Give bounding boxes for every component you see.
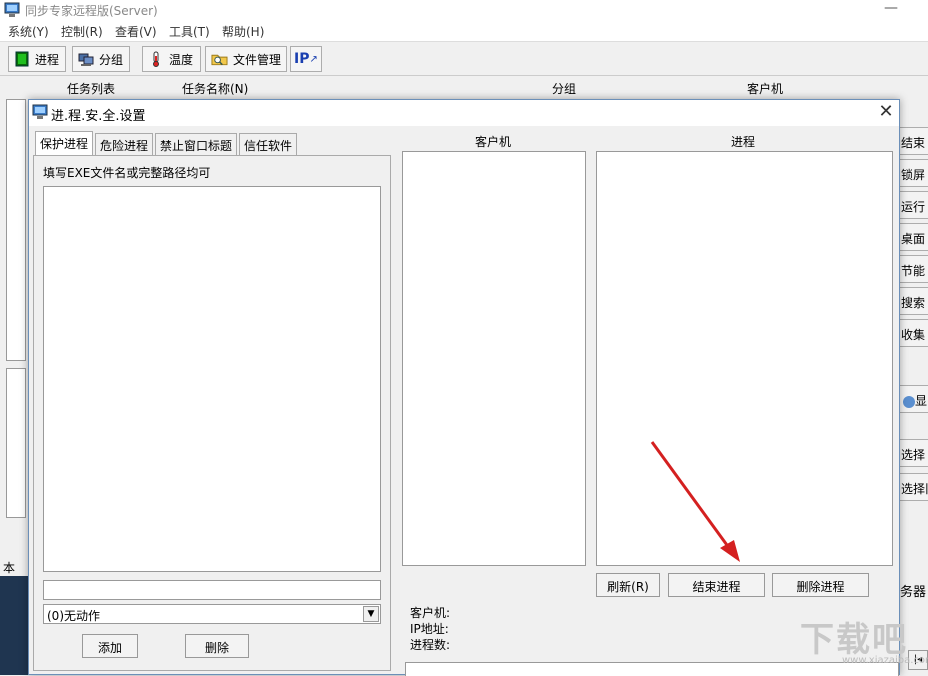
process-security-dialog: 进.程.安.全.设置 ✕ 保护进程 危险进程 禁止窗口标题 信任软件 填写EXE… — [28, 99, 900, 676]
detail-box — [405, 662, 899, 676]
menu-help[interactable]: 帮助(H) — [222, 23, 264, 40]
tab-protect-process[interactable]: 保护进程 — [35, 131, 94, 155]
col-group[interactable]: 分组 — [552, 80, 576, 97]
folder-search-icon — [211, 54, 228, 66]
file-manager-toolbar-label: 文件管理 — [232, 52, 281, 67]
cmd-lockscreen-button[interactable]: 锁屏 — [898, 159, 928, 187]
ip-toolbar-button[interactable]: IP ↗ — [290, 46, 322, 72]
server-label: 务器 — [900, 585, 927, 600]
tab-trusted-software[interactable]: 信任软件 — [239, 133, 298, 155]
protected-exe-list[interactable] — [43, 186, 381, 572]
menu-view[interactable]: 查看(V) — [115, 23, 157, 40]
file-manager-toolbar-button[interactable]: 文件管理 — [205, 46, 287, 72]
cmd-select-old-button[interactable]: 选择旧 — [898, 473, 928, 501]
ip-arrow-icon: ↗ — [309, 53, 318, 65]
tab-forbidden-window-title[interactable]: 禁止窗口标题 — [155, 133, 238, 155]
temperature-toolbar-label: 温度 — [169, 52, 194, 67]
refresh-button[interactable]: 刷新(R) — [596, 573, 660, 597]
cmd-display-button[interactable]: 显 — [898, 385, 928, 413]
add-button[interactable]: 添加 — [82, 634, 138, 658]
cmd-end-button[interactable]: 结束 — [898, 127, 928, 155]
info-ip-label: IP地址: — [410, 622, 449, 636]
desktop-background — [0, 576, 28, 675]
watermark-logo: 下载吧 — [800, 620, 908, 660]
task-list-header: 任务列表 任务名称(N) 分组 客户机 — [0, 77, 928, 99]
process-toolbar-label: 进程 — [35, 52, 60, 67]
process-toolbar-button[interactable]: 进程 — [8, 46, 66, 72]
cmd-desktop-button[interactable]: 桌面 — [898, 223, 928, 251]
action-select[interactable]: (0)无动作 ▼ — [43, 604, 381, 624]
cmd-search-button[interactable]: 搜索 — [898, 287, 928, 315]
delete-button[interactable]: 删除 — [185, 634, 249, 658]
protect-process-panel: 填写EXE文件名或完整路径均可 (0)无动作 ▼ 添加 删除 — [33, 155, 391, 671]
col-task-list[interactable]: 任务列表 — [67, 80, 115, 97]
log-pane — [6, 368, 26, 518]
temperature-toolbar-button[interactable]: 温度 — [142, 46, 201, 72]
action-select-value: (0)无动作 — [47, 609, 100, 623]
thermometer-icon — [153, 51, 159, 67]
end-process-button[interactable]: 结束进程 — [668, 573, 765, 597]
status-bar: 本软 — [0, 556, 26, 592]
info-client-label: 客户机: — [410, 606, 451, 620]
exe-path-input[interactable] — [43, 580, 381, 600]
task-list-pane — [6, 99, 26, 361]
cmd-powersave-button[interactable]: 节能 — [898, 255, 928, 283]
red-arrow-annotation — [650, 441, 740, 562]
dialog-title: 进.程.安.全.设置 — [51, 109, 146, 124]
group-toolbar-button[interactable]: 分组 — [72, 46, 130, 72]
col-task-name[interactable]: 任务名称(N) — [182, 80, 248, 97]
process-column-header: 进程 — [730, 135, 755, 149]
menu-tools[interactable]: 工具(T) — [169, 23, 210, 40]
col-client[interactable]: 客户机 — [747, 80, 783, 97]
ip-icon: IP — [294, 51, 310, 67]
dialog-computer-icon — [32, 104, 48, 119]
menu-system[interactable]: 系统(Y) — [8, 23, 49, 40]
cmd-display-label: 显 — [915, 394, 928, 408]
close-icon[interactable]: ✕ — [875, 102, 897, 124]
dialog-titlebar — [29, 100, 899, 126]
client-list[interactable] — [402, 151, 586, 566]
menu-control[interactable]: 控制(R) — [61, 23, 103, 40]
minimize-button[interactable]: — — [884, 1, 898, 16]
main-toolbar: 进程 分组 温度 文件管理 IP ↗ — [0, 42, 928, 76]
process-icon — [15, 51, 29, 67]
delete-process-button[interactable]: 删除进程 — [772, 573, 869, 597]
watermark-url: www.xiazaiba.com — [842, 655, 928, 666]
cmd-run-button[interactable]: 运行 — [898, 191, 928, 219]
app-title: 同步专家远程版(Server) — [25, 4, 158, 18]
app-computer-icon — [4, 2, 20, 17]
info-process-count-label: 进程数: — [410, 638, 451, 652]
cmd-collect-button[interactable]: 收集 — [898, 319, 928, 347]
tab-danger-process[interactable]: 危险进程 — [95, 133, 154, 155]
group-computers-icon — [78, 53, 94, 66]
chevron-down-icon[interactable]: ▼ — [363, 606, 379, 622]
display-icon — [903, 395, 915, 408]
group-toolbar-label: 分组 — [99, 52, 124, 67]
client-column-header: 客户机 — [474, 135, 511, 149]
exe-hint-label: 填写EXE文件名或完整路径均可 — [43, 166, 211, 180]
cmd-select-button[interactable]: 选择 — [898, 439, 928, 467]
menu-bar: 系统(Y) 控制(R) 查看(V) 工具(T) 帮助(H) — [0, 20, 928, 42]
